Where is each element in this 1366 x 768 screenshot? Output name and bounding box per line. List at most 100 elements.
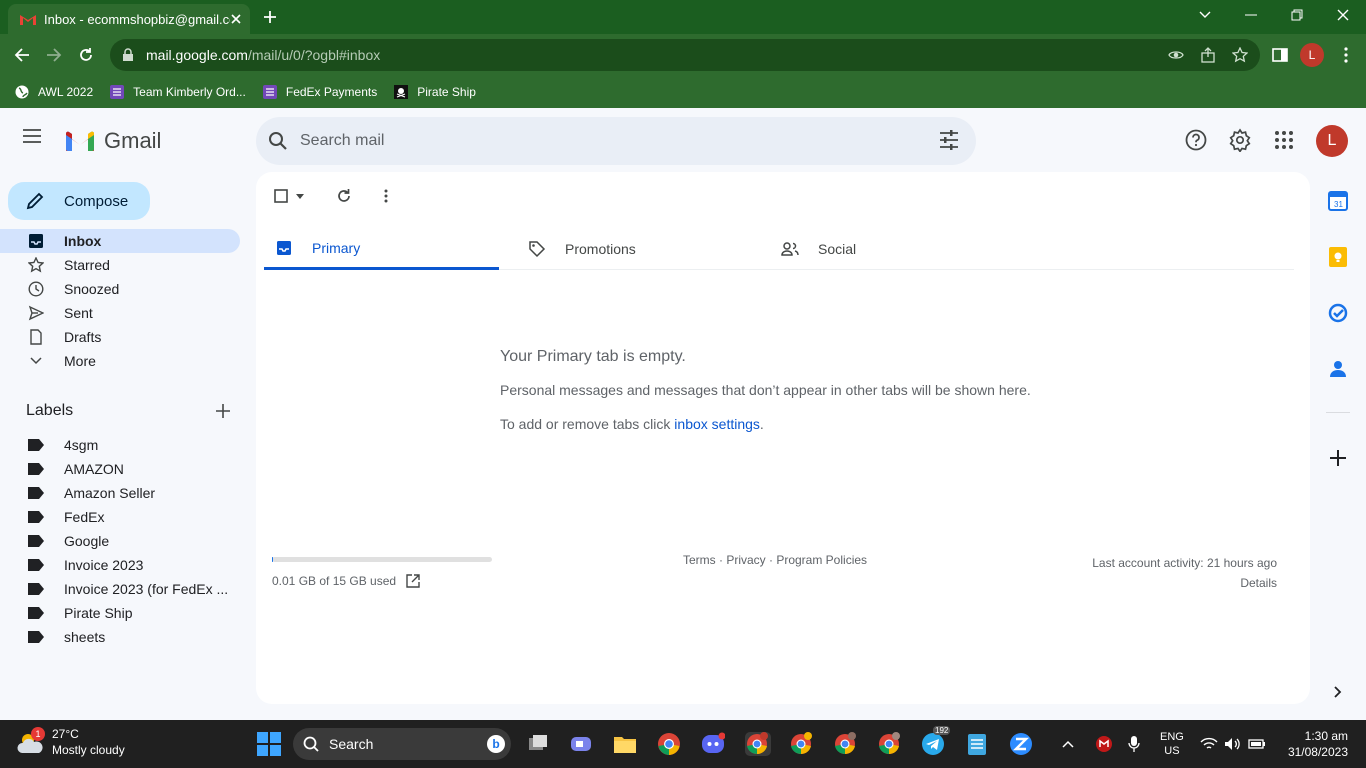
label-item[interactable]: Amazon Seller bbox=[0, 481, 240, 505]
bookmark-team-kimberly[interactable]: Team Kimberly Ord... bbox=[109, 84, 246, 100]
browser-toolbar: mail.google.com/mail/u/0/?ogbl#inbox L bbox=[0, 34, 1366, 76]
account-avatar[interactable]: L bbox=[1316, 125, 1348, 157]
browser-tab[interactable]: Inbox - ecommshopbiz@gmail.com bbox=[8, 4, 250, 34]
list-toolbar bbox=[274, 188, 388, 204]
nav-snoozed[interactable]: Snoozed bbox=[0, 277, 240, 301]
refresh-icon[interactable] bbox=[336, 188, 352, 204]
back-button[interactable] bbox=[10, 43, 34, 67]
search-options-icon[interactable] bbox=[938, 129, 960, 151]
forms-icon bbox=[262, 84, 278, 100]
main-menu-icon[interactable] bbox=[22, 128, 50, 152]
chrome-profile-icon[interactable] bbox=[833, 732, 857, 756]
label-item[interactable]: AMAZON bbox=[0, 457, 240, 481]
bookmark-awl[interactable]: AWL 2022 bbox=[14, 84, 93, 100]
bookmark-fedex-payments[interactable]: FedEx Payments bbox=[262, 84, 377, 100]
search-bar[interactable]: Search mail bbox=[256, 117, 976, 165]
tasks-icon[interactable] bbox=[1326, 301, 1350, 325]
restore-button[interactable] bbox=[1274, 4, 1320, 26]
nav-starred[interactable]: Starred bbox=[0, 253, 240, 277]
expand-panel-chevron-icon[interactable] bbox=[1326, 680, 1350, 704]
label-item[interactable]: Invoice 2023 bbox=[0, 553, 240, 577]
clock[interactable]: 1:30 am 31/08/2023 bbox=[1288, 728, 1348, 760]
nav-more[interactable]: More bbox=[0, 349, 240, 373]
reload-button[interactable] bbox=[74, 43, 98, 67]
label-item[interactable]: 4sgm bbox=[0, 433, 240, 457]
show-hidden-chevron-icon[interactable] bbox=[1062, 740, 1074, 748]
tab-search-chevron-icon[interactable] bbox=[1182, 4, 1228, 26]
chrome-icon[interactable] bbox=[657, 732, 681, 756]
chrome-profile-icon[interactable] bbox=[877, 732, 901, 756]
label-item[interactable]: sheets bbox=[0, 625, 240, 649]
share-icon[interactable] bbox=[1200, 47, 1216, 63]
volume-icon[interactable] bbox=[1224, 737, 1242, 751]
help-icon[interactable] bbox=[1184, 128, 1208, 152]
keep-icon[interactable] bbox=[1326, 245, 1350, 269]
url-text: mail.google.com/mail/u/0/?ogbl#inbox bbox=[146, 47, 381, 63]
weather-widget[interactable]: 1 27°C Mostly cloudy bbox=[16, 726, 125, 758]
teams-chat-icon[interactable] bbox=[569, 732, 593, 756]
label-tag-icon bbox=[28, 629, 44, 645]
contacts-icon[interactable] bbox=[1326, 357, 1350, 381]
tab-social[interactable]: Social bbox=[770, 228, 1005, 270]
windows-start-icon[interactable] bbox=[257, 732, 281, 756]
lock-icon[interactable] bbox=[122, 48, 134, 62]
mcafee-icon[interactable] bbox=[1096, 736, 1112, 752]
eye-icon[interactable] bbox=[1168, 47, 1184, 63]
minimize-button[interactable] bbox=[1228, 4, 1274, 26]
add-addon-plus-icon[interactable] bbox=[1326, 446, 1350, 470]
side-panel-icon[interactable] bbox=[1268, 43, 1292, 67]
wifi-icon[interactable] bbox=[1200, 737, 1218, 751]
calendar-icon[interactable]: 31 bbox=[1326, 189, 1350, 213]
labels-header: Labels bbox=[26, 402, 240, 420]
select-all-checkbox[interactable] bbox=[274, 189, 288, 203]
compose-button[interactable]: Compose bbox=[8, 182, 150, 220]
bookmark-star-icon[interactable] bbox=[1232, 47, 1248, 63]
forms-icon bbox=[109, 84, 125, 100]
search-icon[interactable] bbox=[268, 131, 288, 151]
tab-primary[interactable]: Primary bbox=[264, 228, 499, 270]
close-tab-icon[interactable] bbox=[230, 13, 242, 25]
inbox-settings-link[interactable]: inbox settings bbox=[674, 416, 760, 432]
open-external-icon[interactable] bbox=[406, 574, 420, 588]
battery-icon[interactable] bbox=[1248, 738, 1266, 750]
more-actions-icon[interactable] bbox=[384, 189, 388, 203]
address-bar[interactable]: mail.google.com/mail/u/0/?ogbl#inbox bbox=[110, 39, 1260, 71]
discord-icon[interactable] bbox=[701, 732, 725, 756]
details-link[interactable]: Details bbox=[1092, 573, 1277, 593]
telegram-icon[interactable]: 192 bbox=[921, 726, 951, 756]
select-dropdown-caret-icon[interactable] bbox=[296, 193, 304, 199]
chrome-active-icon[interactable] bbox=[745, 732, 771, 756]
label-item[interactable]: Invoice 2023 (for FedEx ... bbox=[0, 577, 240, 601]
language-indicator[interactable]: ENG US bbox=[1160, 730, 1184, 758]
task-view-icon[interactable] bbox=[526, 732, 550, 756]
kebab-menu-icon[interactable] bbox=[1334, 43, 1358, 67]
forward-button[interactable] bbox=[42, 43, 66, 67]
gmail-logo[interactable]: Gmail bbox=[64, 128, 161, 154]
label-item[interactable]: Google bbox=[0, 529, 240, 553]
notepad-icon[interactable] bbox=[965, 732, 989, 756]
nav-drafts[interactable]: Drafts bbox=[0, 325, 240, 349]
microphone-icon[interactable] bbox=[1128, 736, 1140, 752]
taskbar-search[interactable]: Search b bbox=[293, 728, 511, 760]
settings-gear-icon[interactable] bbox=[1228, 128, 1252, 152]
chevron-down-icon bbox=[28, 353, 44, 369]
file-explorer-icon[interactable] bbox=[613, 732, 637, 756]
bookmark-pirate-ship[interactable]: Pirate Ship bbox=[393, 84, 476, 100]
empty-hint: To add or remove tabs click inbox settin… bbox=[500, 416, 764, 432]
label-item[interactable]: FedEx bbox=[0, 505, 240, 529]
close-window-button[interactable] bbox=[1320, 4, 1366, 26]
system-tray: ENG US bbox=[1062, 730, 1266, 758]
tab-promotions[interactable]: Promotions bbox=[517, 228, 752, 270]
zoom-z-icon[interactable] bbox=[1009, 732, 1033, 756]
new-tab-button[interactable] bbox=[258, 6, 282, 28]
search-input[interactable]: Search mail bbox=[300, 132, 384, 150]
chrome-profile-icon[interactable] bbox=[789, 732, 813, 756]
google-apps-icon[interactable] bbox=[1272, 128, 1296, 152]
nav-sent[interactable]: Sent bbox=[0, 301, 240, 325]
footer-links[interactable]: Terms · Privacy · Program Policies bbox=[683, 553, 867, 567]
weather-desc: Mostly cloudy bbox=[52, 743, 125, 757]
profile-avatar[interactable]: L bbox=[1300, 43, 1324, 67]
add-label-plus-icon[interactable] bbox=[216, 404, 230, 418]
label-item[interactable]: Pirate Ship bbox=[0, 601, 240, 625]
nav-inbox[interactable]: Inbox bbox=[0, 229, 240, 253]
